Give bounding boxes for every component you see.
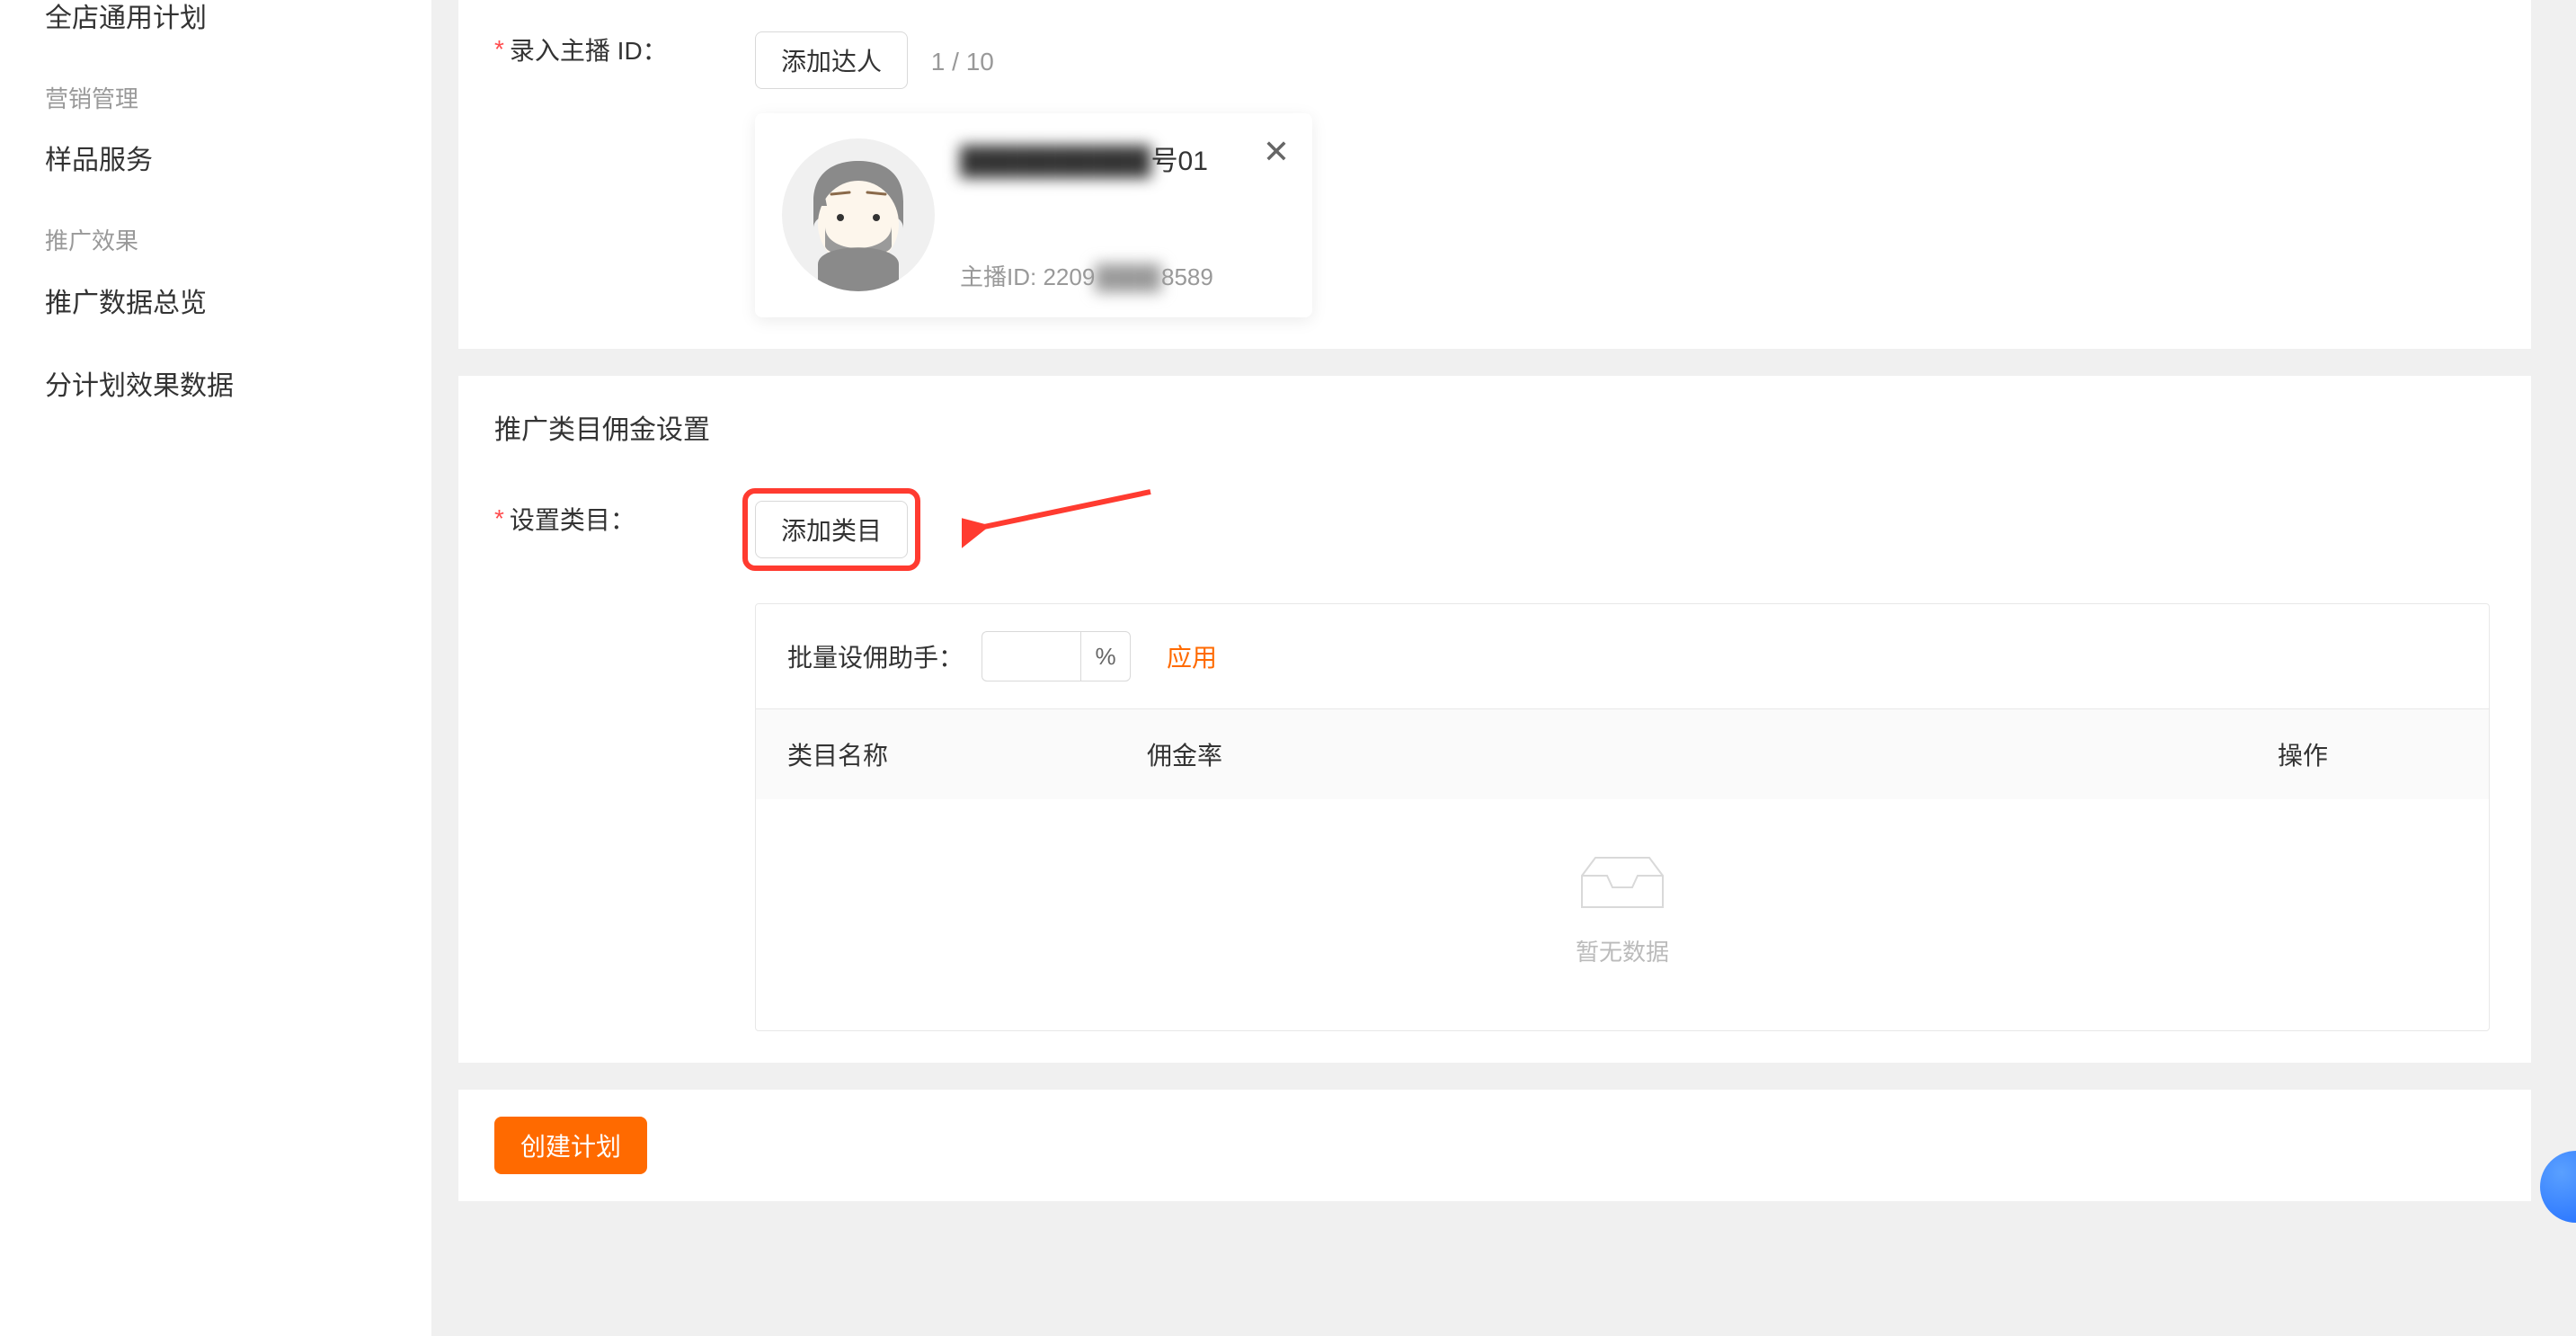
add-kol-button[interactable]: 添加达人 — [755, 31, 908, 89]
kol-name-suffix: 号01 — [1151, 147, 1208, 176]
main-content: * 录入主播 ID： 添加达人 1 / 10 — [431, 0, 2576, 1336]
create-plan-button[interactable]: 创建计划 — [494, 1117, 647, 1174]
commission-panel: 推广类目佣金设置 * 设置类目： 添加类目 — [458, 376, 2531, 1063]
percent-suffix: % — [1080, 631, 1131, 681]
sidebar: 全店通用计划 营销管理 样品服务 推广效果 推广数据总览 分计划效果数据 — [0, 0, 431, 1336]
kol-id-prefix: 主播ID: 2209 — [960, 263, 1095, 290]
table-header: 类目名称 佣金率 操作 — [756, 709, 2489, 799]
sidebar-item-plan-data[interactable]: 分计划效果数据 — [45, 368, 431, 450]
anchor-id-label: * 录入主播 ID： — [494, 31, 728, 67]
close-icon[interactable]: ✕ — [1263, 136, 1290, 168]
required-star-icon: * — [494, 504, 504, 533]
batch-commission-input[interactable] — [982, 631, 1080, 681]
kol-name-blurred: ██████████ — [960, 147, 1151, 176]
th-commission-rate: 佣金率 — [1147, 736, 2278, 772]
anchor-id-panel: * 录入主播 ID： 添加达人 1 / 10 — [458, 0, 2531, 349]
footer-panel: 创建计划 — [458, 1090, 2531, 1201]
kol-card: ██████████号01 主播ID: 2209████8589 ✕ — [755, 113, 1312, 317]
apply-button[interactable]: 应用 — [1167, 638, 1217, 674]
sidebar-section-marketing: 营销管理 — [45, 83, 431, 142]
empty-text: 暂无数据 — [1576, 934, 1669, 967]
set-category-label-text: 设置类目： — [510, 501, 635, 537]
commission-section-title: 推广类目佣金设置 — [494, 407, 2495, 447]
avatar-icon — [782, 138, 935, 291]
category-table-panel: 批量设佣助手： % 应用 类目名称 佣金率 操作 — [755, 603, 2490, 1031]
empty-state: 暂无数据 — [756, 799, 2489, 1030]
sidebar-section-promotion: 推广效果 — [45, 225, 431, 284]
batch-commission-row: 批量设佣助手： % 应用 — [756, 604, 2489, 709]
empty-box-icon — [1573, 844, 1672, 916]
sidebar-item-store-plan[interactable]: 全店通用计划 — [45, 0, 431, 83]
batch-commission-label: 批量设佣助手： — [787, 638, 964, 674]
kol-avatar — [782, 138, 935, 291]
sidebar-item-sample-service[interactable]: 样品服务 — [45, 142, 431, 225]
anchor-id-label-text: 录入主播 ID： — [510, 31, 668, 67]
set-category-label: * 设置类目： — [494, 501, 728, 537]
required-star-icon: * — [494, 35, 504, 64]
add-category-button[interactable]: 添加类目 — [755, 501, 908, 558]
kol-counter: 1 / 10 — [931, 33, 994, 91]
th-operation: 操作 — [2278, 736, 2457, 772]
sidebar-item-promo-overview[interactable]: 推广数据总览 — [45, 285, 431, 368]
th-category-name: 类目名称 — [787, 736, 1147, 772]
kol-id-suffix: 8589 — [1161, 263, 1213, 290]
kol-id-blurred: ████ — [1095, 263, 1161, 290]
